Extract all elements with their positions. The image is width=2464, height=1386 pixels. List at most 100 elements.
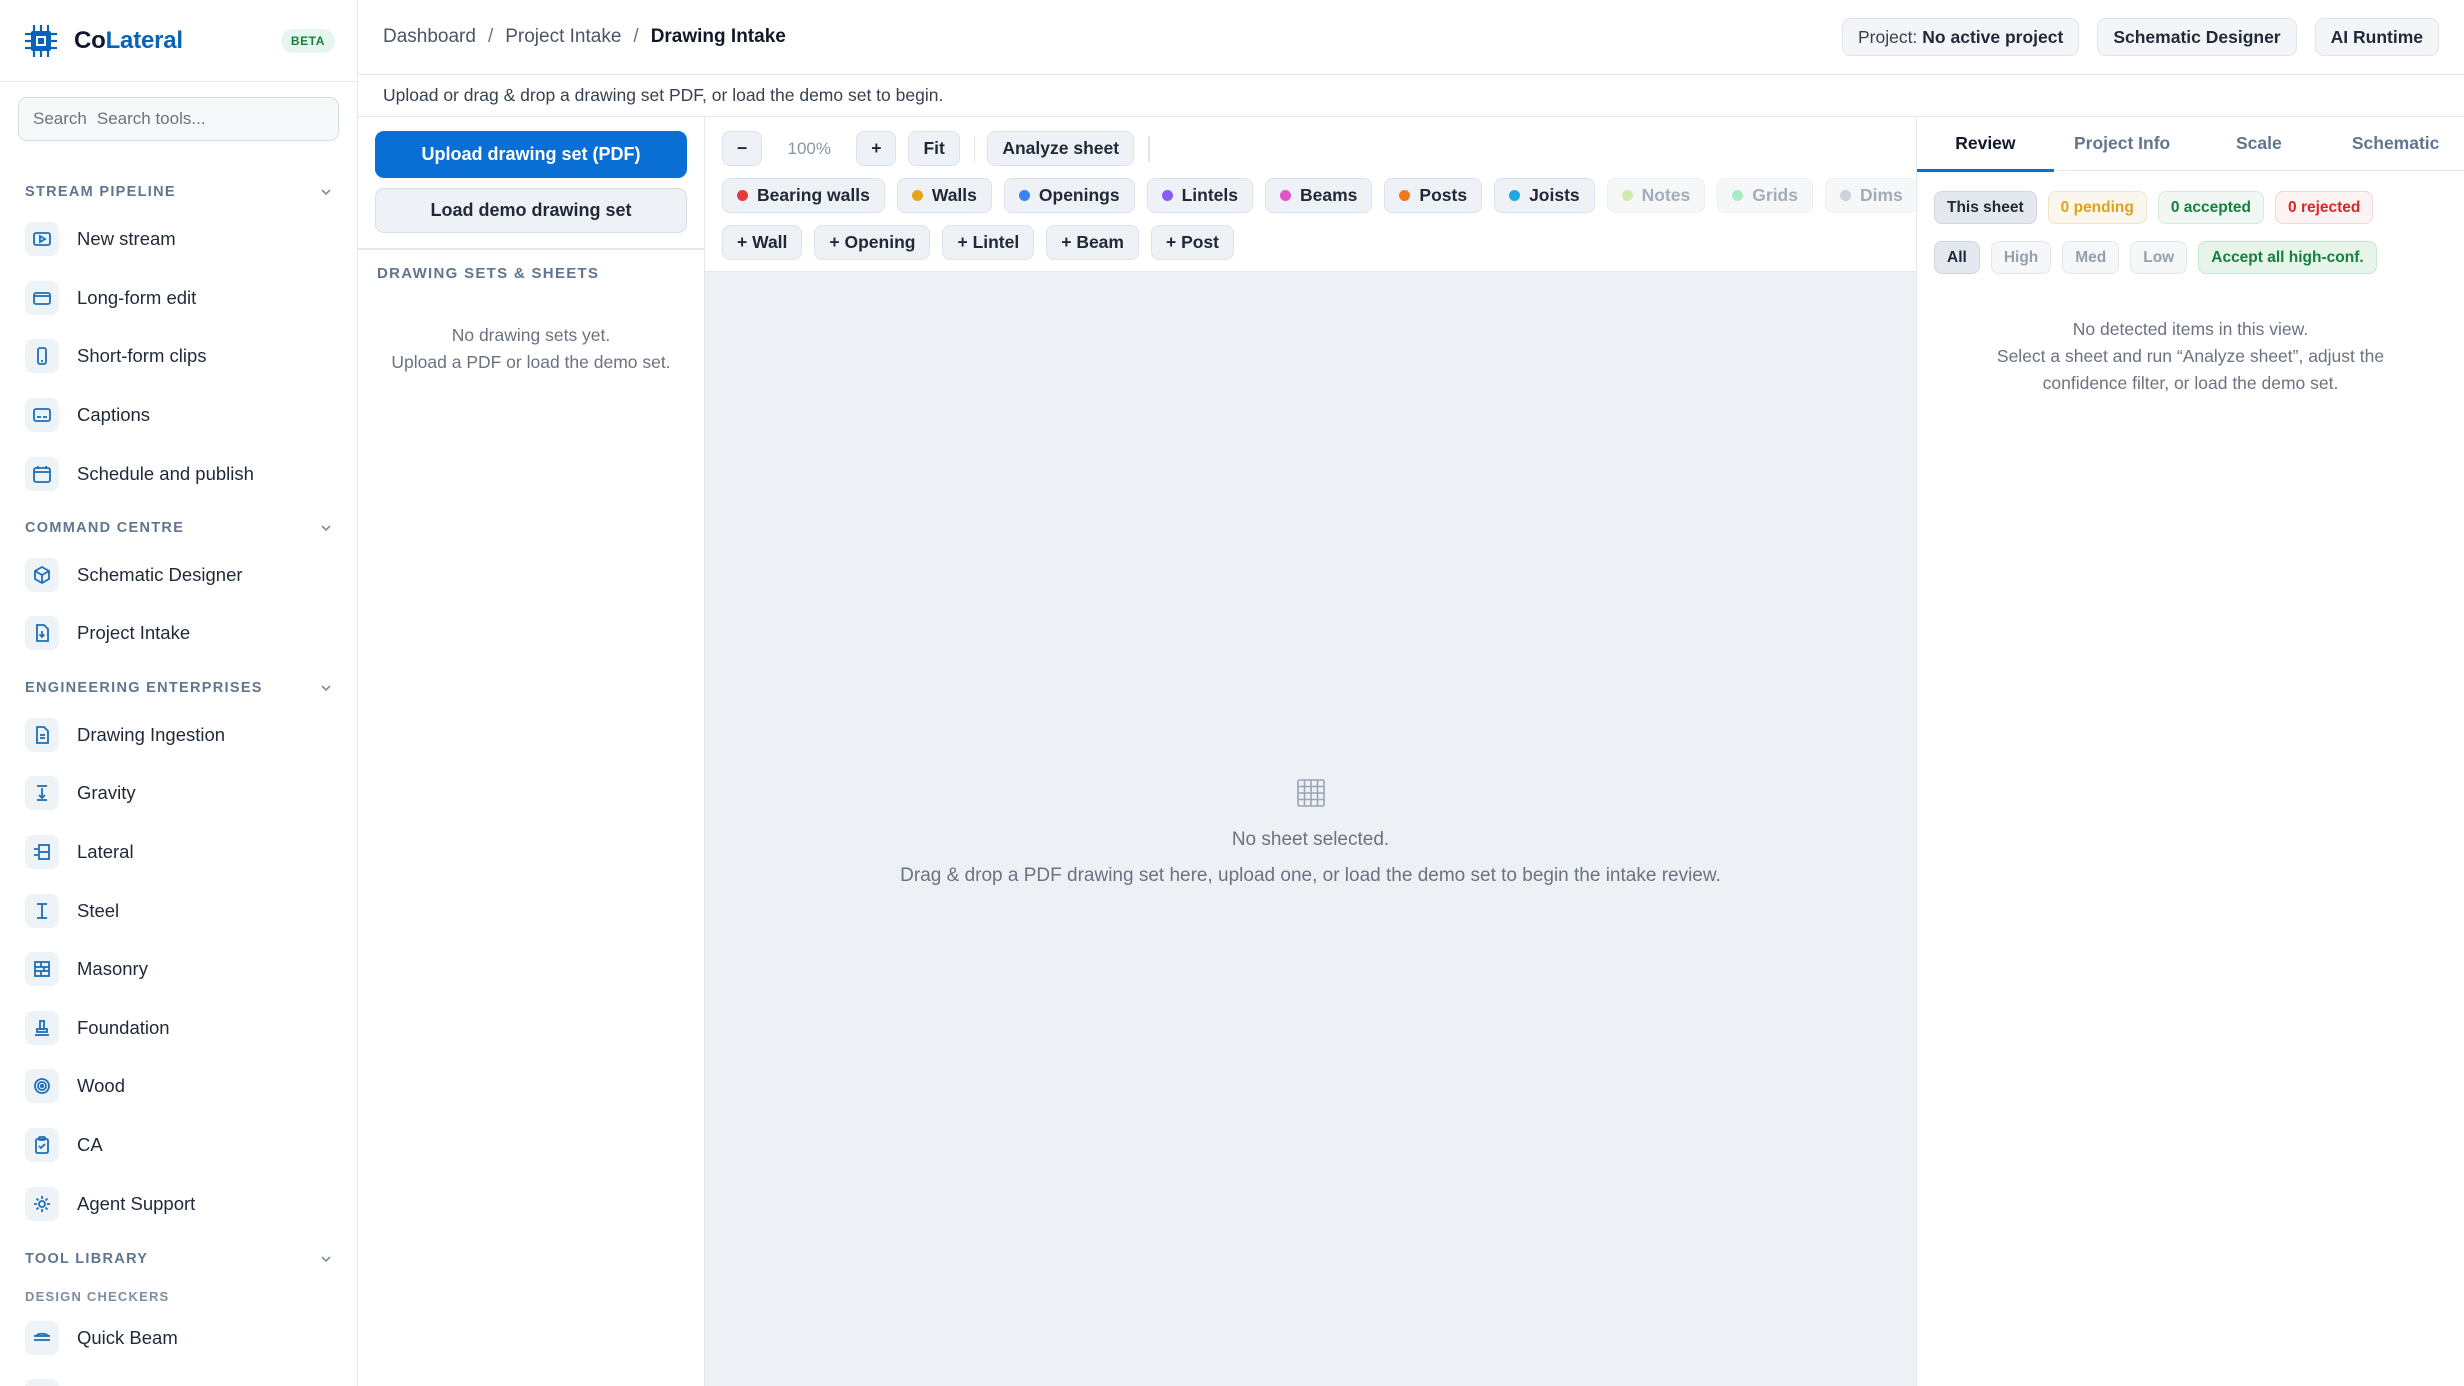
divider bbox=[358, 248, 704, 250]
sidebar-item-masonry[interactable]: Masonry bbox=[25, 946, 337, 992]
layer-color-dot bbox=[1399, 190, 1411, 201]
wood-rings-icon bbox=[25, 1069, 59, 1103]
grid-icon bbox=[1296, 779, 1325, 807]
chevron-down-icon[interactable] bbox=[319, 185, 333, 199]
layer-toggle-bearing-walls[interactable]: Bearing walls bbox=[722, 178, 885, 213]
chevron-down-icon[interactable] bbox=[319, 521, 333, 535]
review-empty-state: No detected items in this view. Select a… bbox=[1917, 316, 2464, 397]
instruction-bar: Upload or drag & drop a drawing set PDF,… bbox=[358, 75, 2464, 117]
layer-toggle-walls[interactable]: Walls bbox=[896, 178, 992, 213]
section-engineering-enterprises[interactable]: ENGINEERING ENTERPRISES bbox=[25, 680, 333, 696]
search-label: Search bbox=[33, 109, 87, 128]
sidebar-item-new-stream[interactable]: New stream bbox=[25, 216, 337, 262]
layer-color-dot bbox=[1280, 190, 1291, 201]
section-tool-library[interactable]: TOOL LIBRARY bbox=[25, 1251, 333, 1267]
add-wall-button[interactable]: + Wall bbox=[722, 225, 803, 260]
sidebar-item-label: Drawing Ingestion bbox=[77, 724, 226, 745]
load-demo-set-button[interactable]: Load demo drawing set bbox=[375, 188, 687, 233]
layer-toggle-beams[interactable]: Beams bbox=[1265, 178, 1373, 213]
accept-all-high-conf-button[interactable]: Accept all high-conf. bbox=[2198, 241, 2377, 274]
section-stream-pipeline[interactable]: STREAM PIPELINE bbox=[25, 184, 333, 200]
canvas-empty-state: No sheet selected. Drag & drop a PDF dra… bbox=[705, 777, 1916, 887]
tab-scale[interactable]: Scale bbox=[2191, 117, 2328, 170]
sidebar-item-long-form-edit[interactable]: Long-form edit bbox=[25, 275, 337, 321]
sidebar-item-project-intake[interactable]: Project Intake bbox=[25, 610, 337, 656]
project-label: Project: bbox=[1857, 26, 1918, 47]
brand-name[interactable]: CoLateral bbox=[74, 27, 183, 55]
upload-drawing-set-button[interactable]: Upload drawing set (PDF) bbox=[375, 131, 687, 178]
colateral-logo-icon[interactable] bbox=[22, 22, 60, 60]
sidebar-item-captions[interactable]: Captions bbox=[25, 392, 337, 438]
rejected-count-badge[interactable]: 0 rejected bbox=[2275, 191, 2374, 224]
search-input[interactable]: Search Search tools... bbox=[18, 97, 339, 141]
accepted-count-badge[interactable]: 0 accepted bbox=[2157, 191, 2265, 224]
viewer-toolbar: − 100% + Fit Analyze sheet Bearing walls… bbox=[705, 117, 2082, 272]
breadcrumb-dashboard[interactable]: Dashboard bbox=[383, 26, 476, 48]
layer-toggle-grids[interactable]: Grids bbox=[1717, 178, 1813, 213]
breadcrumb-current: Drawing Intake bbox=[650, 26, 786, 47]
layer-toggle-openings[interactable]: Openings bbox=[1003, 178, 1135, 213]
sidebar-item-wood[interactable]: Wood bbox=[25, 1063, 337, 1109]
breadcrumb-project-intake[interactable]: Project Intake bbox=[505, 26, 621, 48]
captions-icon bbox=[25, 398, 59, 432]
calendar-icon bbox=[25, 457, 59, 491]
sidebar-item-ca[interactable]: CA bbox=[25, 1122, 337, 1168]
chevron-down-icon[interactable] bbox=[319, 681, 333, 695]
project-selector-button[interactable]: Project: No active project bbox=[1841, 18, 2080, 56]
filter-high[interactable]: High bbox=[1990, 241, 2052, 274]
pending-count-badge[interactable]: 0 pending bbox=[2047, 191, 2147, 224]
scope-this-sheet-button[interactable]: This sheet bbox=[1934, 191, 2037, 224]
canvas-empty-subtitle: Drag & drop a PDF drawing set here, uplo… bbox=[900, 865, 1721, 886]
section-command-centre[interactable]: COMMAND CENTRE bbox=[25, 520, 333, 536]
zoom-level: 100% bbox=[787, 138, 831, 158]
layer-toggle-dims[interactable]: Dims bbox=[1824, 178, 1918, 213]
filter-all[interactable]: All bbox=[1934, 241, 1980, 274]
empty-line: Select a sheet and run “Analyze sheet”, … bbox=[1996, 346, 2385, 366]
empty-line: confidence filter, or load the demo set. bbox=[2042, 373, 2339, 393]
sidebar-item-drawing-ingestion[interactable]: Drawing Ingestion bbox=[25, 712, 337, 758]
layer-color-dot bbox=[1018, 190, 1030, 201]
layer-color-dot bbox=[1839, 190, 1851, 201]
schematic-designer-button[interactable]: Schematic Designer bbox=[2097, 18, 2297, 56]
sidebar-item-foundation[interactable]: Foundation bbox=[25, 1005, 337, 1051]
add-beam-button[interactable]: + Beam bbox=[1046, 225, 1139, 260]
file-import-icon bbox=[25, 616, 59, 650]
clipboard-check-icon bbox=[25, 1128, 59, 1162]
sidebar-item-agent-support[interactable]: Agent Support bbox=[25, 1181, 337, 1227]
zoom-toolbar-row: − 100% + Fit Analyze sheet bbox=[722, 131, 1162, 166]
tab-schematic[interactable]: Schematic bbox=[2327, 117, 2464, 170]
ai-runtime-button[interactable]: AI Runtime bbox=[2314, 18, 2439, 56]
sidebar-item-short-form-clips[interactable]: Short-form clips bbox=[25, 333, 337, 379]
sidebar-item-partial[interactable] bbox=[25, 1373, 337, 1386]
tab-project-info[interactable]: Project Info bbox=[2054, 117, 2191, 170]
tab-review[interactable]: Review bbox=[1917, 117, 2054, 172]
add-post-button[interactable]: + Post bbox=[1150, 225, 1234, 260]
subsection-design-checkers: DESIGN CHECKERS bbox=[25, 1289, 170, 1304]
fit-button[interactable]: Fit bbox=[908, 131, 960, 166]
sidebar-item-label: Short-form clips bbox=[77, 345, 207, 366]
zoom-in-button[interactable]: + bbox=[856, 131, 897, 166]
sidebar-item-schematic-designer[interactable]: Schematic Designer bbox=[25, 552, 337, 598]
filter-low[interactable]: Low bbox=[2130, 241, 2188, 274]
sidebar-item-gravity[interactable]: Gravity bbox=[25, 770, 337, 816]
breadcrumb-separator: / bbox=[487, 26, 494, 47]
sidebar-item-label: Wood bbox=[77, 1075, 125, 1096]
layer-toggle-lintels[interactable]: Lintels bbox=[1146, 178, 1253, 213]
drawing-viewer: − 100% + Fit Analyze sheet Bearing walls… bbox=[705, 117, 2082, 1386]
drawing-canvas[interactable]: No sheet selected. Drag & drop a PDF dra… bbox=[705, 272, 1916, 1386]
sidebar-item-steel[interactable]: Steel bbox=[25, 888, 337, 934]
analyze-sheet-button[interactable]: Analyze sheet bbox=[987, 131, 1135, 166]
add-lintel-button[interactable]: + Lintel bbox=[942, 225, 1035, 260]
chevron-down-icon[interactable] bbox=[319, 1252, 333, 1266]
sidebar-item-quick-beam[interactable]: Quick Beam bbox=[25, 1315, 337, 1361]
layer-toggle-notes[interactable]: Notes bbox=[1606, 178, 1706, 213]
layer-toggle-joists[interactable]: Joists bbox=[1494, 178, 1595, 213]
sidebar-item-schedule-and-publish[interactable]: Schedule and publish bbox=[25, 451, 337, 497]
add-opening-button[interactable]: + Opening bbox=[814, 225, 931, 260]
sidebar-item-lateral[interactable]: Lateral bbox=[25, 829, 337, 875]
confidence-filter-row: All High Med Low Accept all high-conf. bbox=[1934, 241, 2388, 274]
sidebar-item-label: Quick Beam bbox=[77, 1327, 178, 1348]
layer-toggle-posts[interactable]: Posts bbox=[1384, 178, 1483, 213]
zoom-out-button[interactable]: − bbox=[722, 131, 763, 166]
filter-med[interactable]: Med bbox=[2062, 241, 2120, 274]
